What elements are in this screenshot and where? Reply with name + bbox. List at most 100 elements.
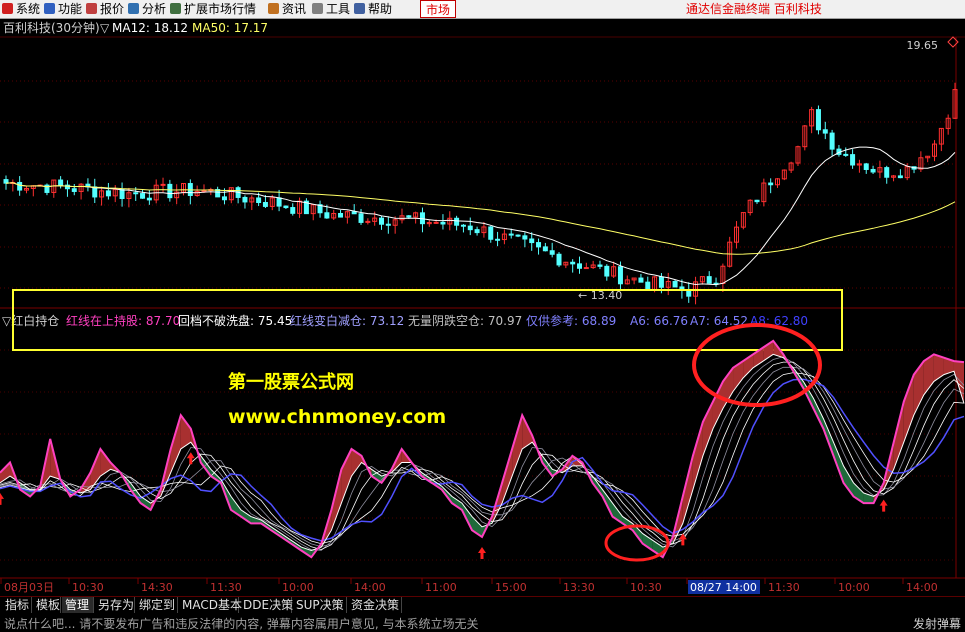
- ma12-label: MA12: 18.12: [112, 21, 188, 35]
- menu-item-7[interactable]: 帮助: [368, 0, 392, 18]
- candle-body: [221, 196, 227, 201]
- time-axis-label-6: 11:00: [425, 581, 457, 594]
- candle-body: [570, 261, 576, 265]
- menu-item-1[interactable]: 功能: [58, 0, 82, 18]
- candle-body: [576, 263, 582, 269]
- time-axis-label-3: 11:30: [210, 581, 242, 594]
- candle-body: [645, 281, 651, 291]
- candle-body: [58, 179, 64, 186]
- candle-body: [863, 163, 869, 170]
- candle-body: [843, 153, 849, 156]
- time-axis-label-9: 10:30: [630, 581, 662, 594]
- candle-body: [474, 229, 480, 234]
- candle-body: [617, 266, 623, 285]
- indicator-legend-5: A6: 66.76: [630, 314, 688, 328]
- menu-icon-3: [128, 3, 139, 14]
- app-brand-title: 通达信金融终端 百利科技: [686, 2, 822, 16]
- candle-body: [160, 183, 166, 186]
- candle-body: [17, 181, 23, 191]
- time-axis-label-1: 10:30: [72, 581, 104, 594]
- candle-body: [515, 234, 521, 237]
- bottom-tab-1[interactable]: 模板: [33, 597, 61, 613]
- candle-body: [140, 193, 146, 199]
- candle-body: [508, 233, 514, 236]
- menu-icon-1: [44, 3, 55, 14]
- candle-body: [119, 189, 125, 199]
- indicator-legend-4: 仅供参考: 68.89: [526, 313, 616, 328]
- tab-market[interactable]: 市场: [420, 0, 456, 18]
- candle-body: [536, 242, 542, 248]
- candle-body: [167, 183, 173, 199]
- menu-icon-0: [2, 3, 13, 14]
- candle-body: [815, 109, 821, 131]
- menu-item-4[interactable]: 扩展市场行情: [184, 0, 256, 18]
- bottom-tab-7[interactable]: SUP决策: [293, 597, 347, 613]
- candle-body: [454, 217, 460, 226]
- main-panel-title: 百利科技(30分钟): [3, 20, 100, 35]
- bottom-tab-8[interactable]: 资金决策: [348, 597, 402, 613]
- menu-icon-6: [312, 3, 323, 14]
- candle-body: [440, 221, 446, 225]
- menu-item-6[interactable]: 工具: [326, 0, 350, 18]
- candle-body: [597, 264, 603, 267]
- candle-body: [529, 238, 535, 244]
- menu-icon-2: [86, 3, 97, 14]
- time-axis-label-5: 14:00: [354, 581, 386, 594]
- bottom-tab-3[interactable]: 另存为: [95, 597, 135, 613]
- ma50-label: MA50: 17.17: [192, 21, 268, 35]
- time-axis-label-2: 14:30: [141, 581, 173, 594]
- candle-body: [379, 217, 385, 225]
- candle-body: [706, 276, 712, 284]
- candle-body: [604, 265, 610, 277]
- indicator-title: ▽红白持仓: [2, 313, 59, 328]
- candle-body: [262, 202, 268, 207]
- menu-item-5[interactable]: 资讯: [282, 0, 306, 18]
- time-axis-label-11: 11:30: [768, 581, 800, 594]
- candle-body: [338, 212, 344, 218]
- watermark-url: www.chnmoney.com: [228, 406, 446, 428]
- bottom-tab-6[interactable]: DDE决策: [240, 597, 293, 613]
- candle-body: [283, 205, 289, 209]
- candle-body: [460, 224, 466, 227]
- indicator-legend-3: 无量阴跌空仓: 70.97: [408, 313, 522, 328]
- candle-body: [884, 167, 890, 178]
- chart-area[interactable]: 百利科技(30分钟) ▽ MA12: 18.12 MA50: 17.1719.65← …: [0, 19, 965, 596]
- candle-body: [467, 225, 473, 231]
- status-bar: 说点什么吧... 请不要发布广告和违反法律的内容, 弹幕内容属用户意见, 与本系…: [0, 614, 965, 632]
- indicator-legend-2: 红线变白减仓: 73.12: [290, 313, 404, 328]
- candle-body: [242, 196, 248, 203]
- chart-background: [0, 19, 964, 595]
- send-danmaku-button[interactable]: 发射弹幕: [913, 615, 961, 632]
- candle-body: [146, 197, 152, 201]
- candle-body: [556, 253, 562, 266]
- candle-body: [276, 197, 282, 207]
- bottom-tab-bar: 指标 模板 管理 另存为 绑定到 MACD基本 DDE决策 SUP决策 资金决策: [0, 596, 965, 614]
- time-axis-label-12: 10:00: [838, 581, 870, 594]
- candle-body: [897, 175, 903, 179]
- candle-body: [433, 221, 439, 224]
- candle-body: [522, 235, 528, 240]
- candle-body: [71, 188, 77, 192]
- candle-body: [542, 246, 548, 252]
- candle-body: [583, 267, 589, 270]
- menu-item-3[interactable]: 分析: [142, 0, 166, 18]
- candle-body: [638, 277, 644, 283]
- candle-body: [351, 211, 357, 215]
- menu-item-0[interactable]: 系统: [16, 0, 40, 18]
- candle-body: [488, 226, 494, 240]
- bottom-tab-4[interactable]: 绑定到: [136, 597, 178, 613]
- candle-body: [406, 215, 412, 218]
- candle-body: [105, 190, 111, 197]
- menu-item-2[interactable]: 报价: [100, 0, 124, 18]
- candle-body: [850, 154, 856, 166]
- bottom-tab-5[interactable]: MACD基本: [179, 597, 242, 613]
- candle-body: [256, 197, 262, 204]
- candle-body: [385, 223, 391, 226]
- bottom-tab-0[interactable]: 指标: [2, 597, 32, 613]
- candle-body: [658, 276, 664, 288]
- candle-body: [358, 213, 364, 223]
- candle-body: [768, 182, 774, 186]
- danmaku-input-hint[interactable]: 说点什么吧... 请不要发布广告和违反法律的内容, 弹幕内容属用户意见, 与本系…: [4, 615, 479, 632]
- candle-body: [290, 207, 296, 214]
- bottom-tab-2[interactable]: 管理: [62, 597, 94, 613]
